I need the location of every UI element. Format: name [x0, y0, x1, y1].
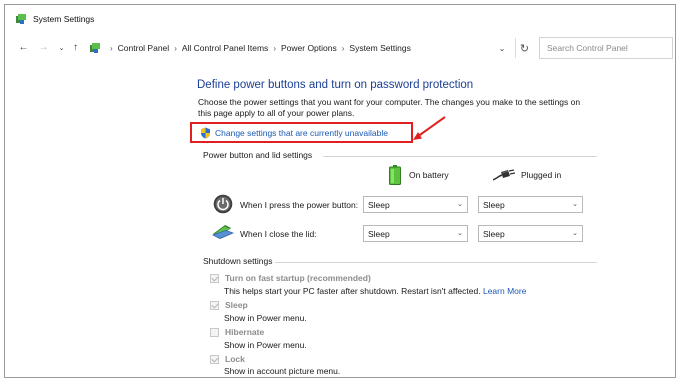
- chevron-down-icon: ⌄: [572, 201, 578, 208]
- shield-icon: [201, 127, 210, 138]
- address-bar[interactable]: › Control Panel › All Control Panel Item…: [89, 38, 531, 58]
- refresh-icon[interactable]: ↻: [515, 38, 533, 58]
- breadcrumb-separator: ›: [110, 43, 113, 53]
- page-title: Define power buttons and turn on passwor…: [197, 79, 474, 91]
- hibernate-checkbox[interactable]: [210, 328, 219, 337]
- fast-startup-label: Turn on fast startup (recommended): [225, 273, 371, 283]
- column-plugged-in: Plugged in: [493, 169, 561, 181]
- power-section-divider: [323, 156, 597, 157]
- power-button-icon: [213, 194, 233, 214]
- breadcrumb-separator: ›: [341, 43, 345, 53]
- column-plugged-in-label: Plugged in: [521, 170, 562, 180]
- power-button-on-battery-select[interactable]: Sleep ⌄: [363, 196, 468, 213]
- window: System Settings ← → ⌄ ↑ › Control Panel …: [4, 4, 676, 378]
- up-icon[interactable]: ↑: [67, 39, 84, 56]
- search-input[interactable]: Search Control Panel: [539, 37, 673, 59]
- power-button-plugged-in-select[interactable]: Sleep ⌄: [478, 196, 583, 213]
- breadcrumb-separator: ›: [273, 43, 276, 53]
- breadcrumb-control-panel[interactable]: Control Panel: [118, 43, 170, 53]
- address-dropdown-icon[interactable]: ⌄: [495, 38, 509, 58]
- title-bar: System Settings: [5, 5, 675, 33]
- fast-startup-description: This helps start your PC faster after sh…: [224, 286, 526, 296]
- change-settings-link[interactable]: Change settings that are currently unava…: [215, 128, 388, 138]
- annotation-arrow: [413, 116, 446, 140]
- hibernate-checkbox-row[interactable]: Hibernate: [210, 327, 264, 337]
- lock-checkbox[interactable]: [210, 355, 219, 364]
- sleep-checkbox-row[interactable]: Sleep: [210, 300, 248, 310]
- breadcrumb-separator: ›: [174, 43, 177, 53]
- page-intro: Choose the power settings that you want …: [198, 97, 581, 118]
- main-content: Define power buttons and turn on passwor…: [5, 65, 675, 377]
- learn-more-link[interactable]: Learn More: [483, 286, 526, 296]
- lock-description: Show in account picture menu.: [224, 366, 341, 376]
- battery-icon: [389, 165, 401, 185]
- sleep-label: Sleep: [225, 300, 248, 310]
- control-panel-icon: [90, 43, 100, 53]
- lock-checkbox-row[interactable]: Lock: [210, 354, 245, 364]
- address-row: ← → ⌄ ↑ › Control Panel › All Control Pa…: [5, 35, 675, 61]
- sleep-checkbox[interactable]: [210, 301, 219, 310]
- select-value: Sleep: [483, 199, 505, 210]
- forward-icon[interactable]: →: [35, 39, 52, 56]
- breadcrumb-system-settings[interactable]: System Settings: [349, 43, 410, 53]
- select-value: Sleep: [368, 199, 390, 210]
- close-lid-label: When I close the lid:: [240, 229, 317, 239]
- breadcrumb-all-items[interactable]: All Control Panel Items: [182, 43, 268, 53]
- back-icon[interactable]: ←: [15, 39, 32, 56]
- close-lid-plugged-in-select[interactable]: Sleep ⌄: [478, 225, 583, 242]
- power-button-label: When I press the power button:: [240, 200, 359, 210]
- shutdown-section-title: Shutdown settings: [203, 256, 273, 266]
- fast-startup-checkbox[interactable]: [210, 274, 219, 283]
- column-on-battery: On battery: [389, 165, 449, 185]
- lock-label: Lock: [225, 354, 245, 364]
- chevron-down-icon: ⌄: [572, 230, 578, 237]
- select-value: Sleep: [483, 228, 505, 239]
- hibernate-label: Hibernate: [225, 327, 265, 337]
- breadcrumb-power-options[interactable]: Power Options: [281, 43, 337, 53]
- fast-startup-checkbox-row[interactable]: Turn on fast startup (recommended): [210, 273, 371, 283]
- column-on-battery-label: On battery: [409, 170, 449, 180]
- sleep-description: Show in Power menu.: [224, 313, 307, 323]
- power-section-title: Power button and lid settings: [203, 150, 313, 160]
- change-settings-highlight: Change settings that are currently unava…: [190, 122, 413, 143]
- fast-startup-desc-text: This helps start your PC faster after sh…: [224, 286, 481, 296]
- plug-icon: [493, 169, 515, 181]
- chevron-down-icon: ⌄: [457, 201, 463, 208]
- select-value: Sleep: [368, 228, 390, 239]
- shutdown-section-divider: [275, 262, 597, 263]
- close-lid-on-battery-select[interactable]: Sleep ⌄: [363, 225, 468, 242]
- laptop-lid-icon: [212, 225, 234, 239]
- chevron-down-icon: ⌄: [457, 230, 463, 237]
- window-title: System Settings: [33, 14, 95, 24]
- hibernate-description: Show in Power menu.: [224, 340, 307, 350]
- app-icon: [16, 14, 26, 24]
